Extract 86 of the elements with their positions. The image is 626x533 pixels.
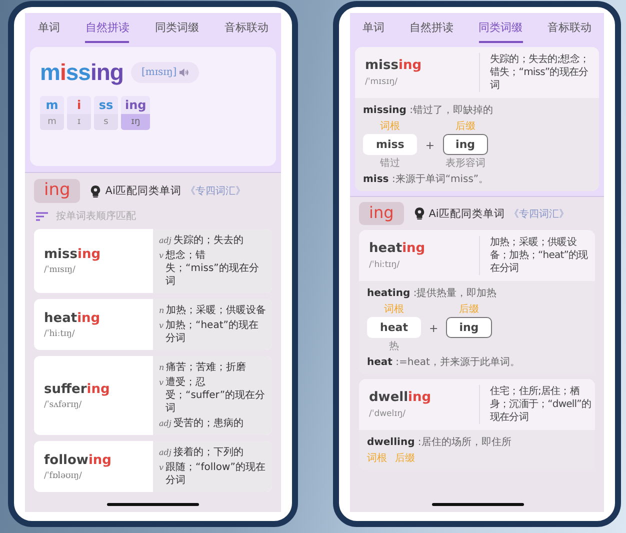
ai-match-label: Ai匹配同类单词 <box>105 184 182 198</box>
phonetic: /ˈmɪsɪŋ/ <box>365 77 398 87</box>
part-of-speech: adj <box>159 235 172 247</box>
definition: 加热；“heat”的现在分词 <box>166 319 260 345</box>
morpheme-gloss: 热 <box>388 340 399 353</box>
morpheme-label: 后缀 <box>458 302 479 316</box>
morpheme-label: 后缀 <box>455 120 476 133</box>
plus-sign: + <box>428 322 438 335</box>
tab[interactable]: 自然拼读 <box>85 20 130 43</box>
word-heading: heating <box>369 241 426 256</box>
word-heading: dwelling <box>369 390 432 405</box>
part-of-speech: n <box>159 305 164 317</box>
phonics-tile[interactable]: i ɪ <box>67 96 91 130</box>
definition: 失踪的；失去的;想念；错失；“miss”的现在分词 <box>489 53 590 92</box>
tile-letters: m <box>44 97 60 114</box>
part-of-speech: v <box>159 377 164 389</box>
morpheme-gloss: 错过 <box>380 156 400 170</box>
lightbulb-icon <box>90 184 102 198</box>
tile-sound: m <box>40 114 64 130</box>
phonics-tile[interactable]: ing ɪŋ <box>121 96 150 130</box>
word-heading: following <box>44 452 112 468</box>
word-heading: missing <box>44 247 102 262</box>
lightbulb-icon <box>414 207 425 220</box>
definition: 受苦的；患病的 <box>173 417 244 430</box>
word-card[interactable]: heating /ˈhiːtɪŋ/ n 加热；采暖；供暖设备 v 加热；“heat”的现在分词 <box>34 299 272 350</box>
part-of-speech: v <box>159 320 164 332</box>
tile-sound: s <box>94 114 118 130</box>
definition: 接着的；下列的 <box>173 446 244 459</box>
definition: 想念；错失；“miss”的现在分词 <box>166 249 260 288</box>
part-of-speech: adj <box>159 418 172 430</box>
tab[interactable]: 同类词缀 <box>478 20 522 43</box>
phonetic: /ˈdwelɪŋ/ <box>369 409 407 419</box>
definition: 跟随；“follow”的现在分词 <box>166 461 266 487</box>
word-card[interactable]: following /ˈfɒləʊɪŋ/ adj 接着的；下列的 v 跟随；“follow”的现在分词 <box>34 441 272 492</box>
origin-text: miss :来源于单词“miss”。 <box>363 172 490 186</box>
definition: 住宅；住所;居住；栖身；沉湎于；“dwell”的现在分词 <box>489 385 591 424</box>
morpheme-gloss: 表形容词 <box>445 156 486 170</box>
tab[interactable]: 单词 <box>362 20 384 43</box>
morpheme-box: miss <box>363 134 418 155</box>
phonetic: /ˈhiːtɪŋ/ <box>44 328 76 338</box>
suffix-chip: ing <box>359 202 404 225</box>
ai-match-label: Ai匹配同类单词 <box>428 206 505 220</box>
tile-letters: i <box>76 97 82 114</box>
phonetic: /ˈhiːtɪŋ/ <box>369 260 401 270</box>
speaker-icon <box>178 68 189 77</box>
morpheme-label: 后缀 <box>395 452 415 465</box>
tile-sound: ɪ <box>67 114 91 130</box>
analysis-text: heating :提供热量，即加热 <box>367 286 498 300</box>
morpheme-box: ing <box>442 134 488 155</box>
phonetic: /ˈsʌfərɪŋ/ <box>44 400 83 410</box>
morpheme-box: heat <box>367 317 421 338</box>
morpheme-label: 词根 <box>384 302 404 316</box>
word-heading: suffering <box>44 382 111 396</box>
part-of-speech: v <box>159 462 164 474</box>
definition: 加热；采暖；供暖设备 <box>166 304 266 317</box>
tile-letters: ing <box>124 97 148 114</box>
morpheme-label: 词根 <box>380 120 400 133</box>
definition: 痛苦；苦难；折磨 <box>166 361 246 374</box>
sort-icon <box>36 212 48 220</box>
tab[interactable]: 单词 <box>38 20 60 43</box>
word-card[interactable]: missing /ˈmɪsɪŋ/ adj 失踪的；失去的 v 想念；错失；“miss”的现在分词 <box>34 229 272 293</box>
tab[interactable]: 音标联动 <box>224 20 268 43</box>
definition: 失踪的；失去的 <box>173 234 244 247</box>
analysis-text: missing :错过了，即缺掉的 <box>363 104 494 117</box>
tile-letters: ss <box>98 97 114 114</box>
morpheme-box: ing <box>446 317 492 338</box>
suffix-chip: ing <box>34 179 80 203</box>
tab[interactable]: 自然拼读 <box>410 20 454 43</box>
word-heading: heating <box>44 310 102 326</box>
morpheme-label: 词根 <box>367 452 387 465</box>
plus-sign: + <box>425 139 435 152</box>
definition: 遭受；忍受；“suffer”的现在分词 <box>166 376 266 415</box>
part-of-speech: v <box>159 250 164 262</box>
part-of-speech: n <box>159 362 164 374</box>
tab[interactable]: 音标联动 <box>548 20 592 43</box>
word-card[interactable]: suffering /ˈsʌfərɪŋ/ n 痛苦；苦难；折磨 v 遭受；忍受；“suffer”的现在分词 adj 受苦的；患病的 <box>34 356 272 435</box>
analysis-text: dwelling :居住的场所，即住所 <box>367 436 512 449</box>
tile-sound: ɪŋ <box>121 114 150 130</box>
word-heading: missing <box>365 58 423 73</box>
tab[interactable]: 同类词缀 <box>154 20 199 43</box>
origin-text: heat :=heat，并来源于此单词。 <box>367 356 521 369</box>
phonetic: /ˈfɒləʊɪŋ/ <box>44 470 83 480</box>
definition: 加热；采暖；供暖设备；加热；“heat”的现在分词 <box>489 236 589 275</box>
phonetic: /ˈmɪsɪŋ/ <box>44 265 76 275</box>
part-of-speech: adj <box>159 447 172 459</box>
word-title: missing <box>40 59 124 86</box>
